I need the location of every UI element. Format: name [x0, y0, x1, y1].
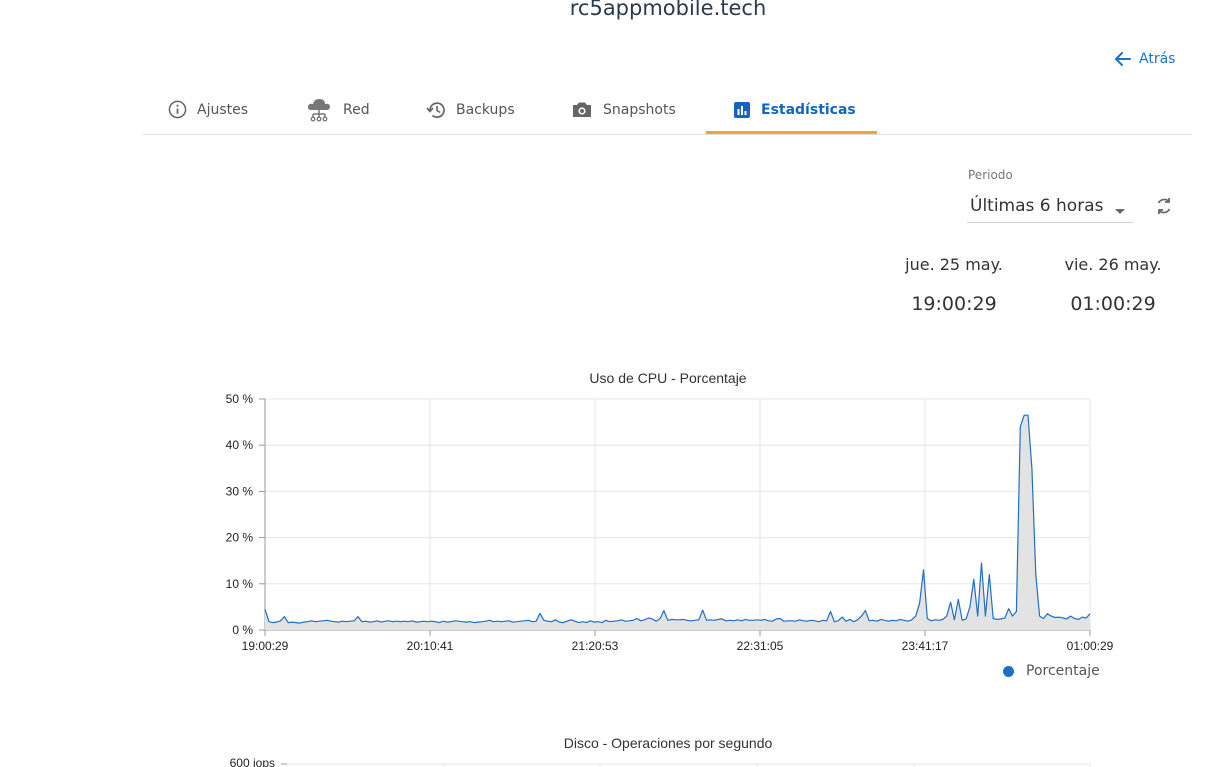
x-tick-label: 23:41:17: [902, 639, 949, 653]
x-tick-label: 20:10:41: [407, 639, 454, 653]
y-tick-label: 40 %: [226, 438, 254, 452]
x-tick-label: 21:20:53: [572, 639, 619, 653]
y-tick-label: 50 %: [226, 392, 254, 406]
x-tick-label: 01:00:29: [1067, 639, 1114, 653]
legend-label: Porcentaje: [1026, 663, 1100, 679]
cpu-area-fill: [265, 415, 1090, 630]
y-tick-label: 0 %: [232, 623, 253, 637]
x-tick-label: 22:31:05: [737, 639, 784, 653]
disk-y-tick-label: 600 iops: [230, 756, 275, 767]
charts-canvas: 0 % 10 % 20 % 30 % 40 % 50 % 19:00:29 20:10:41 2…: [226, 392, 1114, 767]
cpu-chart-legend[interactable]: Porcentaje: [1003, 663, 1100, 679]
x-tick-label: 19:00:29: [242, 639, 289, 653]
cpu-series-line: [264, 414, 1091, 624]
y-tick-label: 10 %: [226, 577, 254, 591]
y-tick-label: 20 %: [226, 531, 254, 545]
legend-dot: [1003, 665, 1014, 677]
y-tick-label: 30 %: [226, 484, 254, 498]
